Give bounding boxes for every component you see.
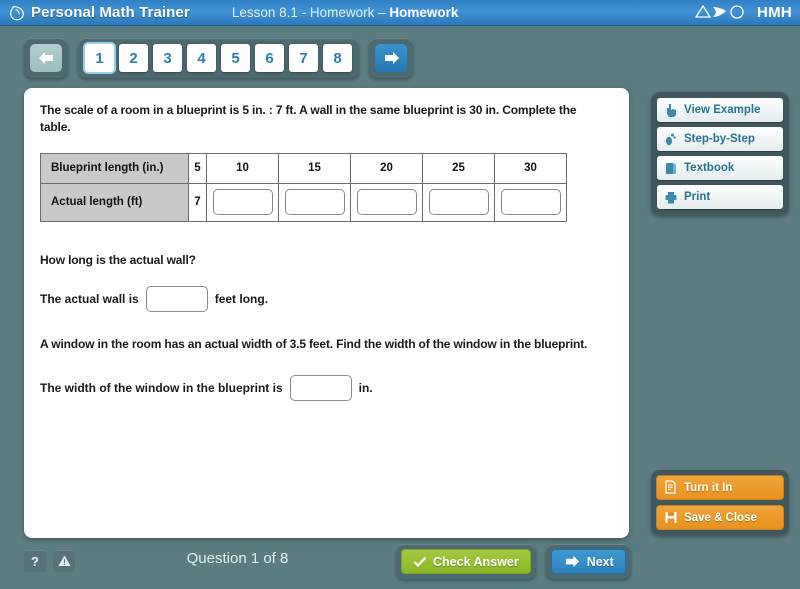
save-and-close-button[interactable]: Save & Close [656,505,784,530]
pointing-hand-icon [667,103,676,117]
actual-cell-5 [494,182,567,222]
scale-table: Blueprint length (in.) 5 10 15 20 25 30 … [40,152,567,222]
turn-it-in-button[interactable]: Turn it In [656,475,784,500]
textbook-button[interactable]: Textbook [657,156,783,180]
blueprint-value-1: 10 [206,152,279,184]
blueprint-value-2: 15 [278,152,351,184]
fill-2-label-before: The width of the window in the blueprint… [40,380,283,395]
submit-actions-group: Turn it In Save & Close [651,470,789,535]
actual-cell-4 [422,182,495,222]
page-button-7[interactable]: 7 [289,44,318,72]
page-button-5[interactable]: 5 [221,44,250,72]
page-button-6[interactable]: 6 [255,44,284,72]
page-button-8[interactable]: 8 [323,44,352,72]
blueprint-value-3: 20 [350,152,423,184]
turn-it-in-label: Turn it In [684,481,733,494]
table-row: Actual length (ft) 7 [40,182,567,222]
hmh-brand-logo: HMH [694,3,792,21]
arrow-right-icon [565,555,579,568]
leaf-drop-logo-icon [10,5,24,20]
check-answer-label: Check Answer [433,554,519,569]
fill-2-label-after: in. [358,380,373,395]
actual-input-3[interactable] [356,189,417,216]
printer-icon [665,191,677,203]
step-by-step-label: Step-by-Step [684,133,755,145]
prev-page-button[interactable] [30,44,62,72]
alert-button[interactable] [53,550,75,572]
next-question-button[interactable]: Next [550,549,626,574]
footer-utility-buttons: ? [24,550,75,572]
document-submit-icon [665,480,676,494]
blueprint-value-5: 30 [494,152,567,184]
actual-input-1[interactable] [212,189,273,216]
fill-1-label-before: The actual wall is [40,292,139,307]
check-answer-button[interactable]: Check Answer [401,549,531,574]
page-button-1[interactable]: 1 [85,44,114,72]
view-example-button[interactable]: View Example [657,98,783,122]
help-button[interactable]: ? [24,550,46,572]
question-counter: Question 1 of 8 [186,550,289,567]
warning-triangle-icon [58,555,70,566]
step-by-step-button[interactable]: Step-by-Step [657,127,783,151]
footprints-icon [666,133,676,145]
fill-1-label-after: feet long. [214,292,269,307]
lesson-name: Homework [389,5,459,20]
actual-value-0: 7 [188,182,207,222]
checkmark-icon [413,556,427,567]
app-header: Personal Math Trainer Lesson 8.1 - Homew… [0,0,800,26]
next-page-shell [369,38,413,78]
table-row: Blueprint length (in.) 5 10 15 20 25 30 [40,152,567,184]
answer-row-window-width: The width of the window in the blueprint… [40,374,613,401]
blueprint-value-4: 25 [422,152,495,184]
next-page-button[interactable] [375,44,407,72]
next-question-shell: Next [545,544,631,579]
blueprint-value-0: 5 [188,152,207,184]
actual-input-2[interactable] [284,189,345,216]
next-label: Next [586,554,614,569]
question-how-long: How long is the actual wall? [40,252,196,267]
actual-cell-1 [206,182,279,222]
prev-page-shell [24,38,68,78]
print-label: Print [684,191,711,203]
pagination-bar: 1 2 3 4 5 6 7 8 [24,38,413,78]
view-example-label: View Example [684,104,761,116]
row-header-actual: Actual length (ft) [40,182,189,222]
print-button[interactable]: Print [657,185,783,209]
hmh-brand-text: HMH [756,3,792,21]
actual-input-4[interactable] [428,189,489,216]
book-icon [666,162,676,174]
page-number-list: 1 2 3 4 5 6 7 8 [78,38,359,78]
tools-sidebar: View Example Step-by-Step Textbook Print [651,92,789,215]
row-header-blueprint: Blueprint length (in.) [40,152,189,184]
hmh-glyphs-icon [694,4,744,19]
arrow-right-icon [384,52,399,64]
textbook-label: Textbook [684,162,735,174]
lesson-label: Lesson 8.1 - Homework – [231,5,390,20]
actual-input-5[interactable] [500,189,561,216]
lesson-breadcrumb: Lesson 8.1 - Homework – Homework [232,5,459,20]
page-button-4[interactable]: 4 [187,44,216,72]
actual-cell-3 [350,182,423,222]
question-prompt-1: The scale of a room in a blueprint is 5 … [40,103,577,135]
actual-wall-input[interactable] [145,286,208,313]
app-title: Personal Math Trainer [31,4,190,21]
window-width-input[interactable] [289,374,352,401]
page-button-2[interactable]: 2 [119,44,148,72]
answer-row-actual-wall: The actual wall is feet long. [40,286,613,313]
check-answer-shell: Check Answer [396,544,536,579]
page-button-3[interactable]: 3 [153,44,182,72]
footer-action-buttons: Check Answer Next [396,544,631,579]
arrow-left-icon [38,52,53,64]
floppy-disk-icon [665,512,677,523]
question-panel: The scale of a room in a blueprint is 5 … [24,88,629,538]
save-and-close-label: Save & Close [684,511,757,524]
question-prompt-2: A window in the room has an actual width… [40,337,588,352]
actual-cell-2 [278,182,351,222]
